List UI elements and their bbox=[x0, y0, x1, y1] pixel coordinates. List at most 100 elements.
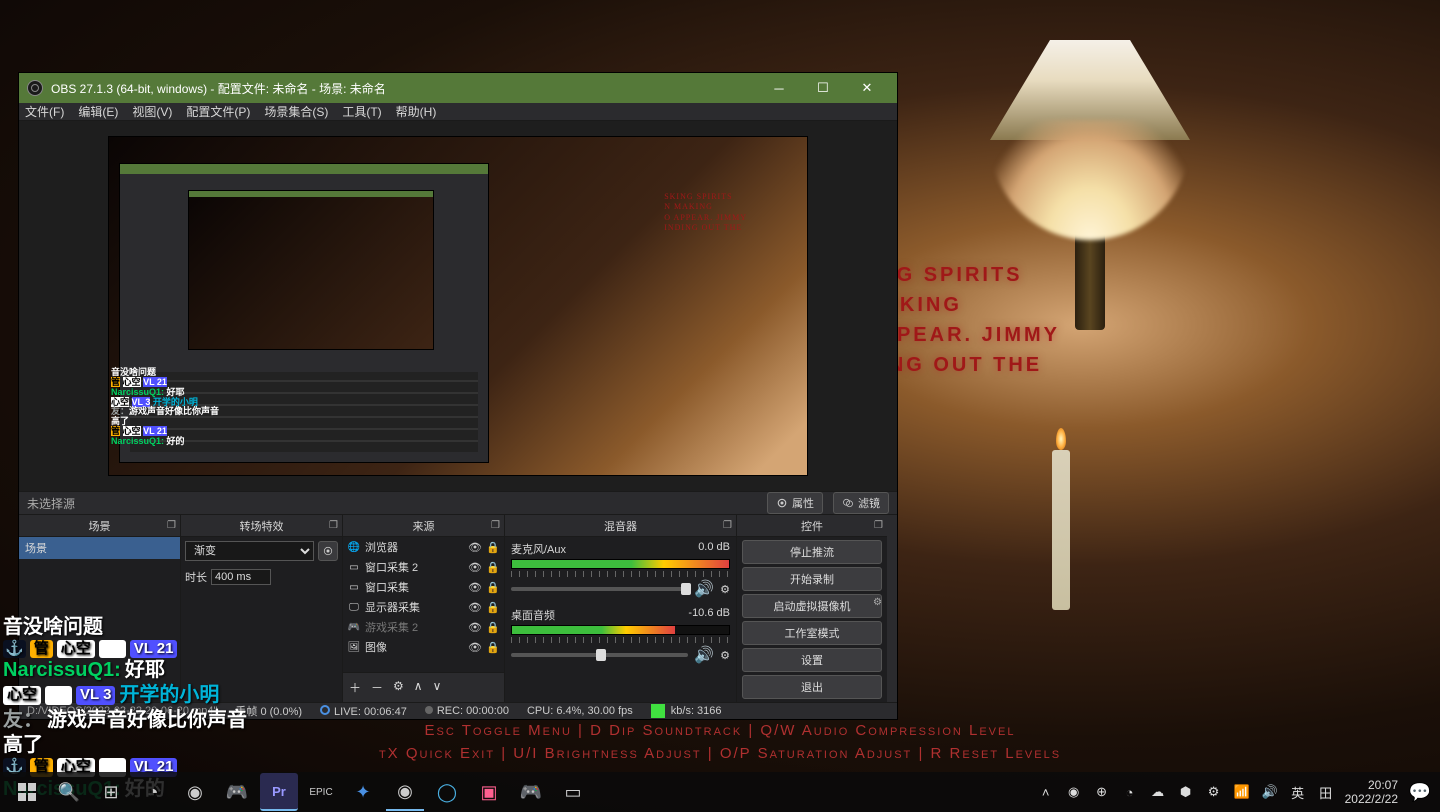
dock-popout-icon[interactable]: ❐ bbox=[874, 520, 883, 531]
volume-slider[interactable] bbox=[511, 653, 688, 657]
source-item[interactable]: 🖼图像👁🔒 bbox=[343, 637, 504, 657]
volume-slider[interactable] bbox=[511, 587, 688, 591]
chat-message: 好耶 bbox=[125, 658, 165, 683]
move-down-button[interactable]: ∨ bbox=[433, 679, 442, 696]
lock-icon[interactable]: 🔒 bbox=[486, 621, 500, 634]
lock-icon[interactable]: 🔒 bbox=[486, 561, 500, 574]
tray-app-icon[interactable]: ◉ bbox=[1065, 784, 1083, 800]
dock-popout-icon[interactable]: ❐ bbox=[491, 520, 500, 531]
exit-button[interactable]: 退出 bbox=[742, 675, 882, 699]
tray-app-icon[interactable]: ⬢ bbox=[1177, 784, 1195, 800]
dock-popout-icon[interactable]: ❐ bbox=[723, 520, 732, 531]
source-item[interactable]: 🎮游戏采集 2👁🔒 bbox=[343, 617, 504, 637]
close-button[interactable]: ✕ bbox=[845, 73, 889, 103]
start-recording-button[interactable]: 开始录制 bbox=[742, 567, 882, 591]
taskbar-app-game2[interactable]: 🎮 bbox=[512, 773, 550, 811]
status-bitrate: kb/s: 3166 bbox=[651, 704, 722, 718]
system-tray[interactable]: ˄ ◉ ⊕ ◔ ☁ ⬢ ⚙ 📶 🔊 英 田 bbox=[1037, 783, 1335, 802]
gear-icon bbox=[322, 545, 334, 557]
visibility-icon[interactable]: 👁 bbox=[468, 561, 482, 574]
taskbar-app-steam[interactable]: ◉ bbox=[176, 773, 214, 811]
tray-ime2[interactable]: 田 bbox=[1317, 783, 1335, 802]
tray-volume-icon[interactable]: 🔊 bbox=[1261, 784, 1279, 800]
windows-taskbar[interactable]: 🔍 ⊞ ◔ ◉ 🎮 Pr EPIC ✦ ◉ ◯ ▣ 🎮 ▭ ˄ ◉ ⊕ ◔ ☁ … bbox=[0, 772, 1440, 812]
tray-app-icon[interactable]: ⚙ bbox=[1205, 784, 1223, 800]
taskbar-app-folder[interactable]: ▭ bbox=[554, 773, 592, 811]
visibility-icon[interactable]: 👁 bbox=[468, 541, 482, 554]
scene-item[interactable]: 场景 bbox=[19, 537, 180, 559]
dock-popout-icon[interactable]: ❐ bbox=[329, 520, 338, 531]
duration-input[interactable] bbox=[211, 569, 271, 585]
channel-settings-button[interactable]: ⚙ bbox=[720, 649, 730, 662]
lock-icon[interactable]: 🔒 bbox=[486, 541, 500, 554]
source-item[interactable]: ▭窗口采集 2👁🔒 bbox=[343, 557, 504, 577]
sources-dock: 来源❐ 🌐浏览器👁🔒 ▭窗口采集 2👁🔒 ▭窗口采集👁🔒 🖵显示器采集👁🔒 🎮游… bbox=[343, 515, 505, 702]
source-item[interactable]: ▭窗口采集👁🔒 bbox=[343, 577, 504, 597]
tray-chevron-icon[interactable]: ˄ bbox=[1037, 785, 1055, 800]
visibility-icon[interactable]: 👁 bbox=[468, 641, 482, 654]
stop-streaming-button[interactable]: 停止推流 bbox=[742, 540, 882, 564]
menu-help[interactable]: 帮助(H) bbox=[396, 103, 437, 120]
properties-button[interactable]: 属性 bbox=[767, 492, 823, 514]
move-up-button[interactable]: ∧ bbox=[414, 679, 423, 696]
menu-scene-collection[interactable]: 场景集合(S) bbox=[264, 103, 328, 120]
task-view-button[interactable]: ⊞ bbox=[92, 773, 130, 811]
visibility-icon[interactable]: 👁 bbox=[468, 581, 482, 594]
menu-file[interactable]: 文件(F) bbox=[25, 103, 64, 120]
search-button[interactable]: 🔍 bbox=[50, 773, 88, 811]
obs-source-toolbar: 未选择源 属性 滤镜 bbox=[19, 491, 897, 515]
taskbar-app-browser[interactable]: ◯ bbox=[428, 773, 466, 811]
taskbar-app-thunder[interactable]: ✦ bbox=[344, 773, 382, 811]
transition-settings-button[interactable] bbox=[318, 541, 338, 561]
maximize-button[interactable]: ☐ bbox=[801, 73, 845, 103]
source-settings-button[interactable]: ⚙ bbox=[393, 679, 404, 696]
mute-button[interactable]: 🔊 bbox=[694, 579, 714, 599]
settings-button[interactable]: 设置 bbox=[742, 648, 882, 672]
taskbar-app-xbox[interactable]: ◔ bbox=[134, 773, 172, 811]
taskbar-clock[interactable]: 20:07 2022/2/22 bbox=[1339, 778, 1404, 807]
taskbar-app-premiere[interactable]: Pr bbox=[260, 773, 298, 811]
visibility-icon[interactable]: 👁 bbox=[468, 601, 482, 614]
start-virtual-cam-button[interactable]: 启动虚拟摄像机 bbox=[742, 594, 882, 618]
menu-view[interactable]: 视图(V) bbox=[132, 103, 172, 120]
channel-db: 0.0 dB bbox=[698, 541, 730, 557]
preview-canvas[interactable]: SKING SPIRITSN MAKINGO APPEAR. JIMMYINDI… bbox=[108, 136, 808, 476]
obs-titlebar[interactable]: OBS 27.1.3 (64-bit, windows) - 配置文件: 未命名… bbox=[19, 73, 897, 103]
notifications-button[interactable]: 💬 bbox=[1408, 773, 1432, 811]
remove-source-button[interactable]: － bbox=[371, 679, 383, 696]
lock-icon[interactable]: 🔒 bbox=[486, 641, 500, 654]
channel-settings-button[interactable]: ⚙ bbox=[720, 583, 730, 596]
transitions-title: 转场特效 bbox=[240, 518, 284, 534]
tray-app-icon[interactable]: ☁ bbox=[1149, 784, 1167, 800]
menu-profile[interactable]: 配置文件(P) bbox=[186, 103, 250, 120]
visibility-icon[interactable]: 👁 bbox=[468, 621, 482, 634]
settings-icon[interactable]: ⚙ bbox=[873, 597, 882, 608]
window-icon: ▭ bbox=[347, 560, 361, 574]
studio-mode-button[interactable]: 工作室模式 bbox=[742, 621, 882, 645]
menu-edit[interactable]: 编辑(E) bbox=[78, 103, 118, 120]
controls-title: 控件 bbox=[801, 518, 823, 534]
tray-ime[interactable]: 英 bbox=[1289, 783, 1307, 802]
menu-tools[interactable]: 工具(T) bbox=[342, 103, 381, 120]
tray-network-icon[interactable]: 📶 bbox=[1233, 784, 1251, 800]
tray-app-icon[interactable]: ◔ bbox=[1121, 785, 1139, 800]
taskbar-app-obs[interactable]: ◉ bbox=[386, 773, 424, 811]
filters-button[interactable]: 滤镜 bbox=[833, 492, 889, 514]
candle bbox=[1052, 450, 1070, 610]
obs-preview-area[interactable]: SKING SPIRITSN MAKINGO APPEAR. JIMMYINDI… bbox=[19, 121, 897, 491]
tray-app-icon[interactable]: ⊕ bbox=[1093, 784, 1111, 800]
source-item[interactable]: 🌐浏览器👁🔒 bbox=[343, 537, 504, 557]
dock-popout-icon[interactable]: ❐ bbox=[167, 520, 176, 531]
lock-icon[interactable]: 🔒 bbox=[486, 601, 500, 614]
start-button[interactable] bbox=[8, 773, 46, 811]
minimize-button[interactable]: ─ bbox=[757, 73, 801, 103]
add-source-button[interactable]: ＋ bbox=[349, 679, 361, 696]
mute-button[interactable]: 🔊 bbox=[694, 645, 714, 665]
transition-select[interactable]: 渐变 bbox=[185, 541, 314, 561]
source-item[interactable]: 🖵显示器采集👁🔒 bbox=[343, 597, 504, 617]
image-icon: 🖼 bbox=[347, 640, 361, 654]
lock-icon[interactable]: 🔒 bbox=[486, 581, 500, 594]
taskbar-app-game[interactable]: 🎮 bbox=[218, 773, 256, 811]
taskbar-app-ide[interactable]: ▣ bbox=[470, 773, 508, 811]
taskbar-app-epic[interactable]: EPIC bbox=[302, 773, 340, 811]
